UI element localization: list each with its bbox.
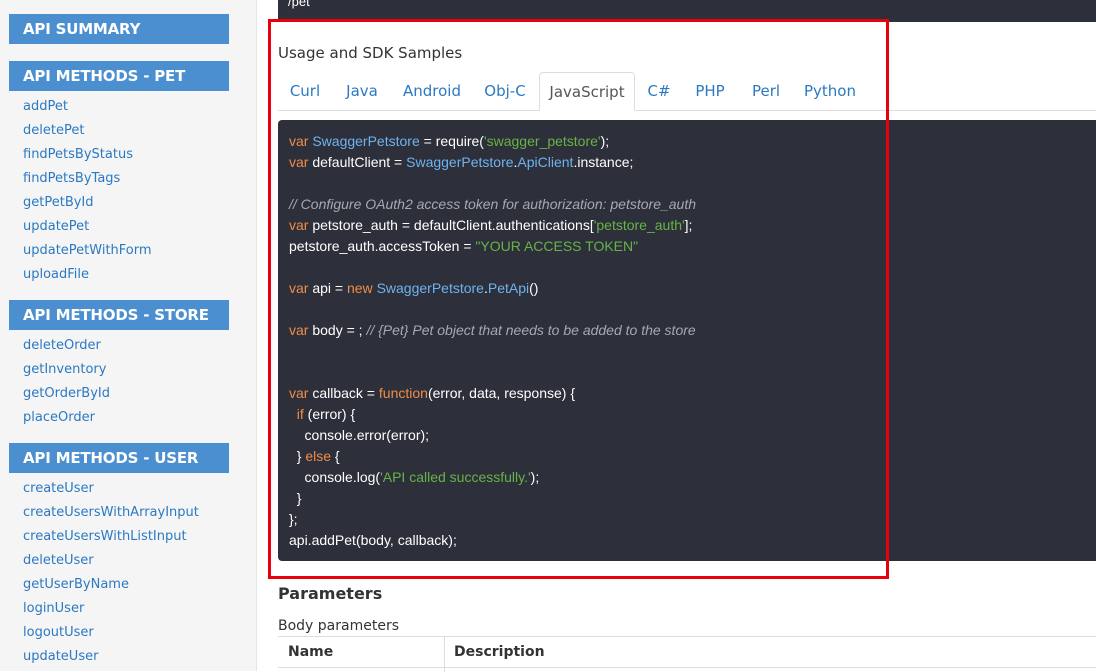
sidebar-link-updateuser[interactable]: updateUser [23,649,98,665]
code-sample[interactable]: var SwaggerPetstore = require('swagger_p… [278,120,1096,561]
sidebar-link-findpetsbystatus[interactable]: findPetsByStatus [23,147,133,163]
code-line: } [289,490,302,506]
table-header-description: Description [454,644,545,660]
sidebar-link-deletepet[interactable]: deletePet [23,123,84,139]
tab-java[interactable]: Java [334,72,390,110]
usage-title: Usage and SDK Samples [278,44,463,62]
tab-javascript[interactable]: JavaScript [539,72,635,111]
table-header-name: Name [288,644,334,660]
sidebar-link-findpetsbytags[interactable]: findPetsByTags [23,171,120,187]
code-line: } else { [289,448,340,464]
sidebar-link-createuserswithlistinput[interactable]: createUsersWithListInput [23,529,187,545]
tab-perl[interactable]: Perl [742,72,790,110]
sidebar-link-logoutuser[interactable]: logoutUser [23,625,94,641]
sidebar-link-placeorder[interactable]: placeOrder [23,410,95,426]
tab-android[interactable]: Android [394,72,470,110]
sidebar-link-getorderbyid[interactable]: getOrderById [23,386,110,402]
code-line: if (error) { [296,406,356,422]
sidebar-link-addpet[interactable]: addPet [23,99,68,115]
sidebar-link-createuser[interactable]: createUser [23,481,94,497]
code-line: api.addPet(body, callback); [289,532,457,548]
body-parameters-label: Body parameters [278,618,399,634]
tab-php[interactable]: PHP [686,72,734,110]
code-comment: // Configure OAuth2 access token for aut… [289,196,697,212]
sidebar-link-uploadfile[interactable]: uploadFile [23,267,89,283]
code-line: console.log('API called successfully.'); [289,469,540,485]
endpoint-path: /pet [288,0,310,9]
sidebar-header-pet[interactable]: API METHODS - PET [9,61,229,91]
code-line: var body = ; // {Pet} Pet object that ne… [289,322,696,338]
parameters-title: Parameters [278,584,383,603]
sidebar-header-api-summary[interactable]: API SUMMARY [9,14,229,44]
sdk-tabs: Curl Java Android Obj-C JavaScript C# PH… [278,72,1096,111]
sidebar-link-updatepetwithform[interactable]: updatePetWithForm [23,243,152,259]
code-line: var callback = function(error, data, res… [289,385,576,401]
code-line: console.error(error); [289,427,430,443]
tab-csharp[interactable]: C# [640,72,678,110]
code-line: petstore_auth.accessToken = "YOUR ACCESS… [289,238,639,254]
sidebar-header-store[interactable]: API METHODS - STORE [9,300,229,330]
sidebar-link-getpetbyid[interactable]: getPetById [23,195,94,211]
tab-objc[interactable]: Obj-C [476,72,534,110]
sidebar-link-loginuser[interactable]: loginUser [23,601,84,617]
sidebar-header-user[interactable]: API METHODS - USER [9,443,229,473]
tab-curl[interactable]: Curl [278,72,332,110]
sidebar-link-getuserbyname[interactable]: getUserByName [23,577,129,593]
sidebar-link-getinventory[interactable]: getInventory [23,362,106,378]
code-line: }; [289,511,298,527]
table-header-underline [278,667,1096,668]
sidebar-link-deleteorder[interactable]: deleteOrder [23,338,101,354]
code-line: var api = new SwaggerPetstore.PetApi() [289,280,539,296]
code-line: var petstore_auth = defaultClient.authen… [289,217,693,233]
sidebar-link-createuserswitharrayinput[interactable]: createUsersWithArrayInput [23,505,199,521]
sidebar-link-updatepet[interactable]: updatePet [23,219,89,235]
parameters-table-header: Name Description [278,636,1096,672]
sidebar-link-deleteuser[interactable]: deleteUser [23,553,94,569]
endpoint-path-block: /pet [278,0,1096,22]
code-line: var defaultClient = SwaggerPetstore.ApiC… [289,154,634,170]
code-line: var SwaggerPetstore = require('swagger_p… [289,133,610,149]
sidebar: API SUMMARY API METHODS - PET addPet del… [0,0,257,671]
tab-python[interactable]: Python [798,72,862,110]
